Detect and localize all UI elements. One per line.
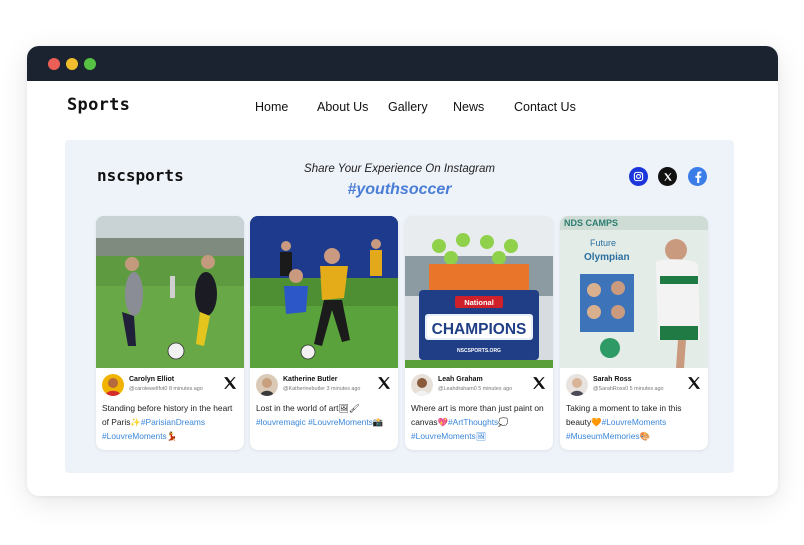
nav-gallery[interactable]: Gallery [388, 100, 428, 114]
camp-olympian-text: Olympian [584, 252, 630, 263]
x-icon[interactable] [532, 376, 546, 390]
post-text: Taking a moment to take in this beauty🧡#… [566, 403, 682, 441]
post-text: Where art is more than just paint on can… [411, 403, 544, 441]
browser-window: Sports Home About Us Gallery News Contac… [27, 46, 778, 496]
avatar [566, 374, 588, 396]
banner-national-label: National [464, 298, 494, 307]
nav-news[interactable]: News [453, 100, 484, 114]
camp-banner-text: NDS CAMPS [564, 218, 618, 228]
window-titlebar [27, 46, 778, 81]
x-icon[interactable] [223, 376, 237, 390]
avatar [102, 374, 124, 396]
post-photo[interactable] [250, 216, 398, 368]
close-window-button[interactable] [48, 57, 60, 70]
post-photo[interactable]: National CHAMPIONS NSCSPORTS.ORG [405, 216, 553, 368]
camp-future-text: Future [590, 238, 616, 248]
post-author: Carolyn Elliot @carolewellfot0 8 minutes… [102, 374, 238, 398]
post-card[interactable]: Katherine Butler @Katherinebutler 3 minu… [250, 216, 398, 450]
author-name[interactable]: Katherine Butler [283, 376, 337, 383]
post-photo[interactable]: NDS CAMPS Future Olympian [560, 216, 708, 368]
post-card[interactable]: National CHAMPIONS NSCSPORTS.ORG Leah Gr… [405, 216, 553, 450]
post-text: Lost in the world of art🖼🖌 #louvremagic #… [256, 403, 384, 427]
social-feed-widget: nscsports Share Your Experience On Insta… [65, 140, 734, 473]
post-photo[interactable] [96, 216, 244, 368]
site-logo[interactable]: Sports [67, 95, 130, 115]
x-icon[interactable] [658, 167, 677, 186]
minimize-window-button[interactable] [66, 57, 78, 70]
banner-champions-label: CHAMPIONS [432, 321, 527, 338]
post-card[interactable]: Carolyn Elliot @carolewellfot0 8 minutes… [96, 216, 244, 450]
author-handle-time: @SarahRoss0 5 minutes ago [593, 386, 664, 392]
avatar [256, 374, 278, 396]
nav-home[interactable]: Home [255, 100, 288, 114]
author-name[interactable]: Sarah Ross [593, 376, 632, 383]
author-handle-time: @carolewellfot0 8 minutes ago [129, 386, 203, 392]
post-author: Katherine Butler @Katherinebutler 3 minu… [256, 374, 392, 398]
facebook-icon[interactable] [688, 167, 707, 186]
author-name[interactable]: Leah Graham [438, 376, 483, 383]
x-icon[interactable] [377, 376, 391, 390]
post-author: Sarah Ross @SarahRoss0 5 minutes ago [566, 374, 702, 398]
nav-contact-us[interactable]: Contact Us [514, 100, 576, 114]
banner-site-label: NSCSPORTS.ORG [457, 348, 501, 354]
maximize-window-button[interactable] [84, 57, 96, 70]
post-author: Leah Graham @Leahdraham0 5 minutes ago [411, 374, 547, 398]
x-icon[interactable] [687, 376, 701, 390]
post-text: Standing before history in the heart of … [102, 403, 233, 441]
post-card[interactable]: NDS CAMPS Future Olympian Sarah Ross @Sa… [560, 216, 708, 450]
instagram-icon[interactable] [629, 167, 648, 186]
avatar [411, 374, 433, 396]
author-handle-time: @Leahdraham0 5 minutes ago [438, 386, 513, 392]
post-hashtags[interactable]: #louvremagic #LouvreMoments📸 [256, 417, 383, 427]
nav-about-us[interactable]: About Us [317, 100, 368, 114]
site-navbar: Sports Home About Us Gallery News Contac… [27, 81, 778, 139]
author-handle-time: @Katherinebutler 3 minutes ago [283, 386, 361, 392]
author-name[interactable]: Carolyn Elliot [129, 376, 174, 383]
